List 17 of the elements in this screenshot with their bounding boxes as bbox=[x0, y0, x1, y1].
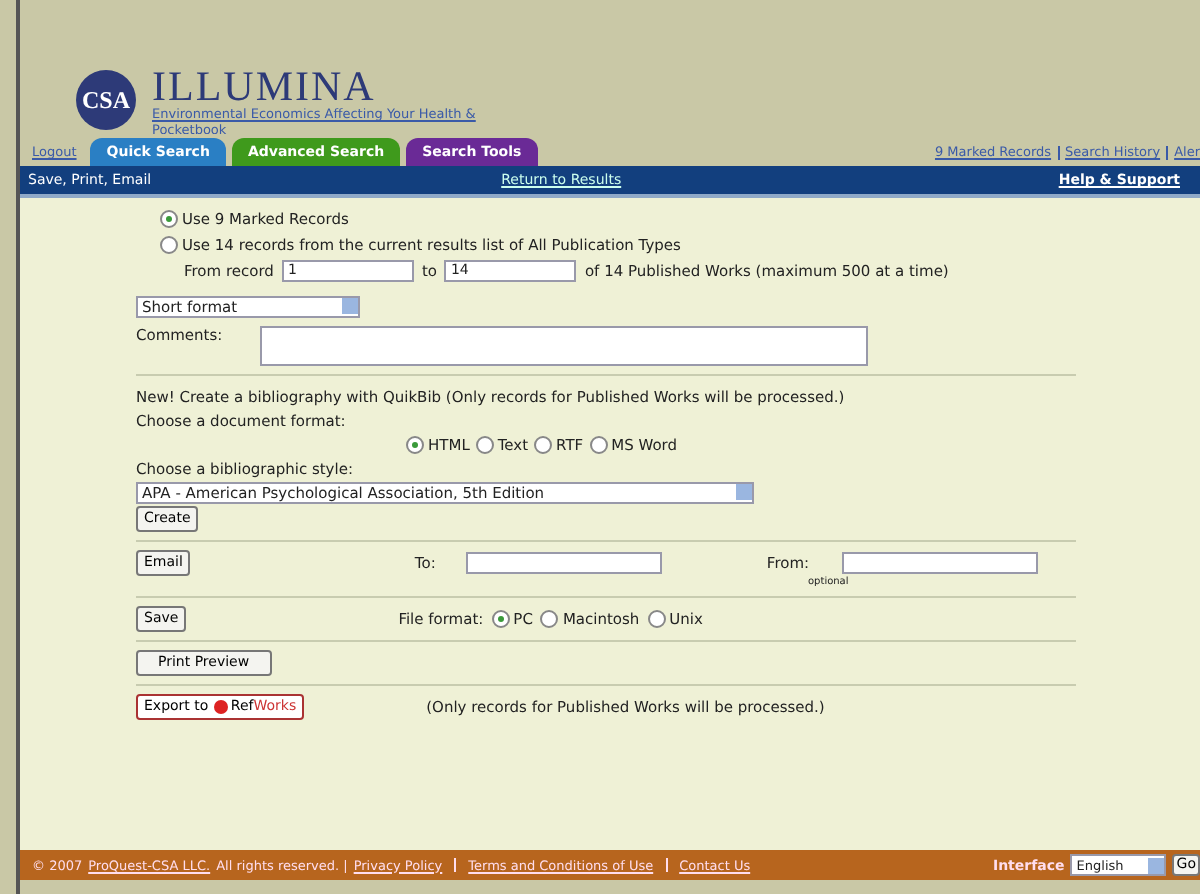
caret-icon bbox=[342, 298, 358, 314]
comments-field[interactable] bbox=[260, 326, 868, 366]
caret-icon bbox=[736, 484, 752, 500]
radio-button[interactable] bbox=[589, 435, 608, 453]
radio-button[interactable] bbox=[540, 610, 559, 628]
to-field[interactable] bbox=[466, 552, 663, 574]
radio-button[interactable] bbox=[475, 435, 494, 453]
radio-button[interactable] bbox=[534, 435, 553, 453]
from-field[interactable] bbox=[842, 552, 1039, 574]
logo: CSA bbox=[76, 70, 136, 130]
radio-button[interactable] bbox=[160, 236, 178, 254]
caret-icon bbox=[1148, 857, 1165, 873]
radio-button[interactable] bbox=[406, 435, 424, 453]
radio-button[interactable] bbox=[491, 610, 510, 628]
radio-button[interactable] bbox=[160, 210, 178, 228]
app-title: ILLUMINA bbox=[152, 66, 376, 106]
radio-button[interactable] bbox=[647, 610, 666, 628]
